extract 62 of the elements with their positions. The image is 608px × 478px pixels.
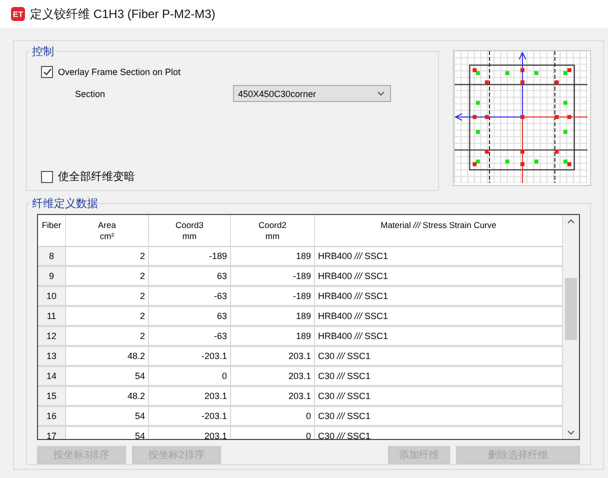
checkbox[interactable] <box>41 170 53 182</box>
table-cell: C30 /// SSC1 <box>315 387 563 407</box>
row-header: 11 <box>38 307 66 327</box>
row-header: 9 <box>38 267 66 287</box>
row-header: 15 <box>38 387 66 407</box>
scrollbar-thumb[interactable] <box>565 278 577 340</box>
section-dropdown[interactable]: 450X450C30corner <box>233 85 391 102</box>
scroll-down-icon[interactable] <box>567 430 575 435</box>
table-cell: 0 <box>231 407 315 427</box>
row-header: 17 <box>38 427 66 439</box>
row-header: 16 <box>38 407 66 427</box>
table-cell: 63 <box>149 267 231 287</box>
row-header: 10 <box>38 287 66 307</box>
table-cell: 0 <box>149 367 231 387</box>
row-header: 12 <box>38 327 66 347</box>
table-cell: -189 <box>231 267 315 287</box>
scroll-up-icon[interactable] <box>567 219 575 224</box>
group-title: 控制 <box>30 44 56 59</box>
app-icon: ET <box>11 7 25 21</box>
caret-icon <box>377 91 385 96</box>
checkbox-label: 使全部纤维变暗 <box>58 170 135 184</box>
table-cell: 2 <box>66 247 149 267</box>
row-header: 14 <box>38 367 66 387</box>
table-cell: 203.1 <box>149 387 231 407</box>
table-cell: 2 <box>66 267 149 287</box>
table-cell: C30 /// SSC1 <box>315 427 563 439</box>
table-cell: C30 /// SSC1 <box>315 347 563 367</box>
table-cell: C30 /// SSC1 <box>315 407 563 427</box>
table-cell: HRB400 /// SSC1 <box>315 287 563 307</box>
table-cell: 2 <box>66 327 149 347</box>
scrollbar[interactable] <box>563 215 579 439</box>
table-cell: HRB400 /// SSC1 <box>315 307 563 327</box>
table-cell: HRB400 /// SSC1 <box>315 247 563 267</box>
table-cell: 203.1 <box>231 347 315 367</box>
table-cell: HRB400 /// SSC1 <box>315 267 563 287</box>
row-header: 8 <box>38 247 66 267</box>
table-cell: 54 <box>66 407 149 427</box>
row-header: 13 <box>38 347 66 367</box>
table-cell: 63 <box>149 307 231 327</box>
table-cell: 203.1 <box>231 387 315 407</box>
table-cell: HRB400 /// SSC1 <box>315 327 563 347</box>
checkbox[interactable] <box>41 66 53 78</box>
table-cell: 189 <box>231 247 315 267</box>
section-label: Section <box>75 88 106 98</box>
checkbox-label: Overlay Frame Section on Plot <box>58 67 181 77</box>
table-cell: 54 <box>66 367 149 387</box>
table-cell: -203.1 <box>149 347 231 367</box>
table-cell: 203.1 <box>231 367 315 387</box>
table-cell: -63 <box>149 287 231 307</box>
table-cell: -189 <box>231 287 315 307</box>
table-cell: -63 <box>149 327 231 347</box>
table-cell: -189 <box>149 247 231 267</box>
table-cell: 48.2 <box>66 347 149 367</box>
table-cell: 189 <box>231 307 315 327</box>
table-cell: 189 <box>231 327 315 347</box>
table-cell: C30 /// SSC1 <box>315 367 563 387</box>
table-cell: 48.2 <box>66 387 149 407</box>
group-title: 纤维定义数据 <box>30 196 100 211</box>
table-cell: -203.1 <box>149 407 231 427</box>
table-cell: 2 <box>66 307 149 327</box>
window-title: 定义铰纤维 C1H3 (Fiber P-M2-M3) <box>30 6 216 22</box>
table-cell: 2 <box>66 287 149 307</box>
